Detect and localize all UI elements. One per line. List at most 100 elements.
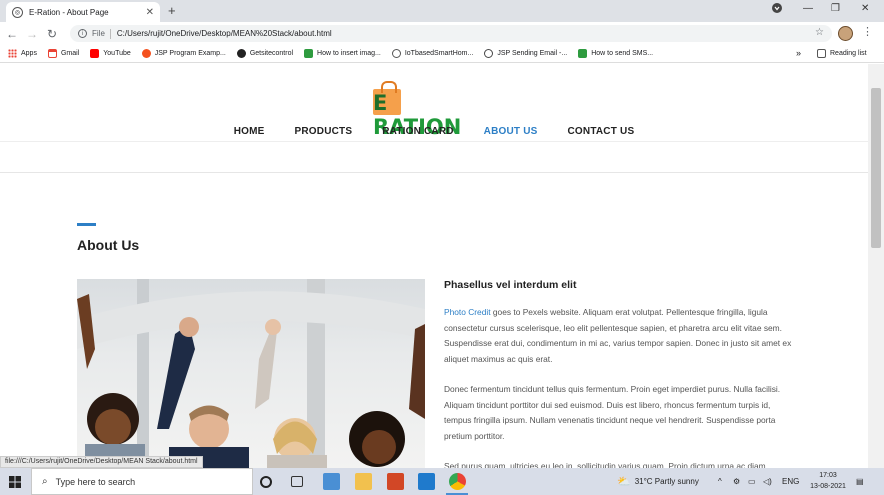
- bookmark-jsp-examples[interactable]: JSP Program Examp...: [141, 49, 226, 58]
- cortana-icon[interactable]: [260, 476, 272, 488]
- volume-icon[interactable]: ◁): [763, 468, 772, 495]
- bookmark-apps[interactable]: Apps: [8, 49, 37, 58]
- header-divider: [0, 172, 868, 173]
- bookmark-label: Getsitecontrol: [249, 50, 294, 57]
- bookmark-insert-image[interactable]: How to insert imag...: [304, 49, 381, 58]
- windows-taskbar: ⌕ Type here to search ⛅ 31°C Partly sunn…: [0, 468, 884, 495]
- nav-home[interactable]: HOME: [234, 126, 265, 137]
- weather-text: 31°C Partly sunny: [634, 477, 699, 486]
- nav-contact-us[interactable]: CONTACT US: [568, 126, 635, 137]
- chrome-icon[interactable]: [449, 473, 466, 490]
- photo-credit-link[interactable]: Photo Credit: [444, 307, 491, 317]
- language-indicator[interactable]: ENG: [782, 468, 799, 495]
- bookmark-label: How to send SMS...: [591, 50, 654, 57]
- site-icon: [141, 49, 151, 58]
- apps-grid-icon: [8, 49, 17, 58]
- youtube-icon: [90, 49, 100, 58]
- windows-logo-icon: [9, 475, 21, 488]
- back-arrow-icon[interactable]: ←: [2, 27, 22, 41]
- close-window-button[interactable]: ✕: [861, 3, 869, 14]
- bookmark-label: YouTube: [103, 50, 131, 57]
- bookmark-jsp-email[interactable]: JSP Sending Email -...: [484, 49, 567, 58]
- browser-tab-bar: ◎ E-Ration - About Page ✕ + — ❐ ✕: [0, 0, 884, 22]
- site-icon: [304, 49, 314, 58]
- bookmarks-bar: Apps Gmail YouTube JSP Program Examp... …: [0, 45, 884, 63]
- clock-date: 13-08-2021: [810, 483, 846, 490]
- forward-arrow-icon[interactable]: →: [22, 27, 42, 41]
- file-explorer-icon[interactable]: [355, 473, 372, 490]
- minimize-button[interactable]: —: [803, 3, 813, 14]
- search-placeholder: Type here to search: [55, 476, 136, 487]
- tray-chevron-icon[interactable]: ^: [718, 468, 722, 495]
- content-paragraph-1: Photo Credit goes to Pexels website. Ali…: [444, 305, 796, 367]
- tab-close-icon[interactable]: ✕: [146, 7, 154, 18]
- site-logo[interactable]: E RATION: [371, 73, 466, 139]
- scrollbar-thumb[interactable]: [871, 88, 881, 248]
- nav-products[interactable]: PRODUCTS: [295, 126, 353, 137]
- reload-icon[interactable]: ↻: [42, 27, 62, 41]
- nav-divider: [0, 141, 868, 142]
- search-icon: ⌕: [42, 476, 48, 487]
- bookmark-gmail[interactable]: Gmail: [47, 49, 80, 58]
- page-scrollbar[interactable]: [868, 64, 884, 468]
- bookmark-send-sms[interactable]: How to send SMS...: [578, 49, 653, 58]
- app-icon[interactable]: [323, 473, 340, 490]
- url-text[interactable]: C:/Users/rujit/OneDrive/Desktop/MEAN%20S…: [117, 29, 332, 38]
- notifications-icon[interactable]: ▤: [856, 468, 864, 495]
- profile-menu-icon[interactable]: [772, 3, 782, 16]
- content-paragraph-3: Sed purus quam, ultricies eu leo in, sol…: [444, 461, 766, 468]
- url-omnibox[interactable]: i File C:/Users/rujit/OneDrive/Desktop/M…: [70, 25, 832, 42]
- team-photo: [77, 279, 425, 468]
- bookmarks-overflow-icon[interactable]: »: [796, 48, 801, 58]
- site-icon: [236, 49, 246, 58]
- nav-ration-card[interactable]: RATION CARD: [382, 126, 453, 137]
- bookmark-label: JSP Sending Email -...: [497, 50, 568, 57]
- bookmark-label: Gmail: [60, 50, 80, 57]
- content-subheading: Phasellus vel interdum elit: [444, 279, 577, 291]
- bookmark-label: JSP Program Examp...: [154, 50, 226, 57]
- address-bar-row: ← → ↻ i File C:/Users/rujit/OneDrive/Des…: [0, 22, 884, 45]
- avatar[interactable]: [838, 26, 853, 41]
- bookmark-star-icon[interactable]: ☆: [815, 27, 824, 38]
- globe-icon: ◎: [12, 6, 23, 18]
- powerpoint-icon[interactable]: [387, 473, 404, 490]
- tab-title: E-Ration - About Page: [29, 7, 109, 17]
- bookmark-label: How to insert imag...: [317, 50, 381, 57]
- url-divider: [109, 28, 111, 39]
- status-bar-url: file:///C:/Users/rujit/OneDrive/Desktop/…: [0, 456, 203, 468]
- paragraph-text: goes to Pexels website. Aliquam erat vol…: [444, 307, 792, 364]
- bookmark-iot[interactable]: IoTbasedSmartHom...: [391, 49, 474, 58]
- gmail-icon: [47, 49, 57, 58]
- web-page: E RATION HOME PRODUCTS RATION CARD ABOUT…: [0, 64, 868, 468]
- browser-tab[interactable]: ◎ E-Ration - About Page ✕: [6, 2, 160, 22]
- globe-icon: [391, 49, 401, 58]
- system-clock[interactable]: 17:03 13-08-2021: [808, 470, 848, 492]
- site-icon: [578, 49, 588, 58]
- section-accent-bar: [77, 223, 96, 226]
- reading-list-label: Reading list: [830, 50, 867, 57]
- main-nav: HOME PRODUCTS RATION CARD ABOUT US CONTA…: [0, 126, 868, 137]
- url-scheme-label: File: [92, 29, 105, 38]
- content-paragraph-2: Donec fermentum tincidunt tellus quis fe…: [444, 384, 781, 441]
- clock-time: 17:03: [819, 472, 837, 479]
- partly-sunny-icon: ⛅: [617, 476, 631, 488]
- reading-list-button[interactable]: Reading list: [817, 49, 867, 58]
- page-title: About Us: [77, 237, 140, 253]
- bookmark-label: IoTbasedSmartHom...: [404, 50, 474, 57]
- tray-app-icon[interactable]: ⚙: [733, 468, 740, 495]
- restore-button[interactable]: ❐: [831, 3, 840, 14]
- weather-widget[interactable]: ⛅ 31°C Partly sunny: [617, 468, 699, 495]
- vscode-icon[interactable]: [418, 473, 435, 490]
- task-view-icon[interactable]: [291, 476, 303, 487]
- more-menu-icon[interactable]: ⋮: [862, 25, 873, 38]
- nav-about-us[interactable]: ABOUT US: [484, 126, 538, 137]
- taskbar-search-box[interactable]: ⌕ Type here to search: [31, 468, 253, 495]
- new-tab-button[interactable]: +: [168, 3, 176, 18]
- bookmark-getsitecontrol[interactable]: Getsitecontrol: [236, 49, 294, 58]
- bookmark-label: Apps: [21, 50, 37, 57]
- network-icon[interactable]: ▭: [748, 468, 756, 495]
- reading-list-icon: [817, 49, 826, 58]
- bookmark-youtube[interactable]: YouTube: [90, 49, 131, 58]
- windows-start-button[interactable]: [0, 468, 30, 495]
- info-icon[interactable]: i: [78, 29, 87, 38]
